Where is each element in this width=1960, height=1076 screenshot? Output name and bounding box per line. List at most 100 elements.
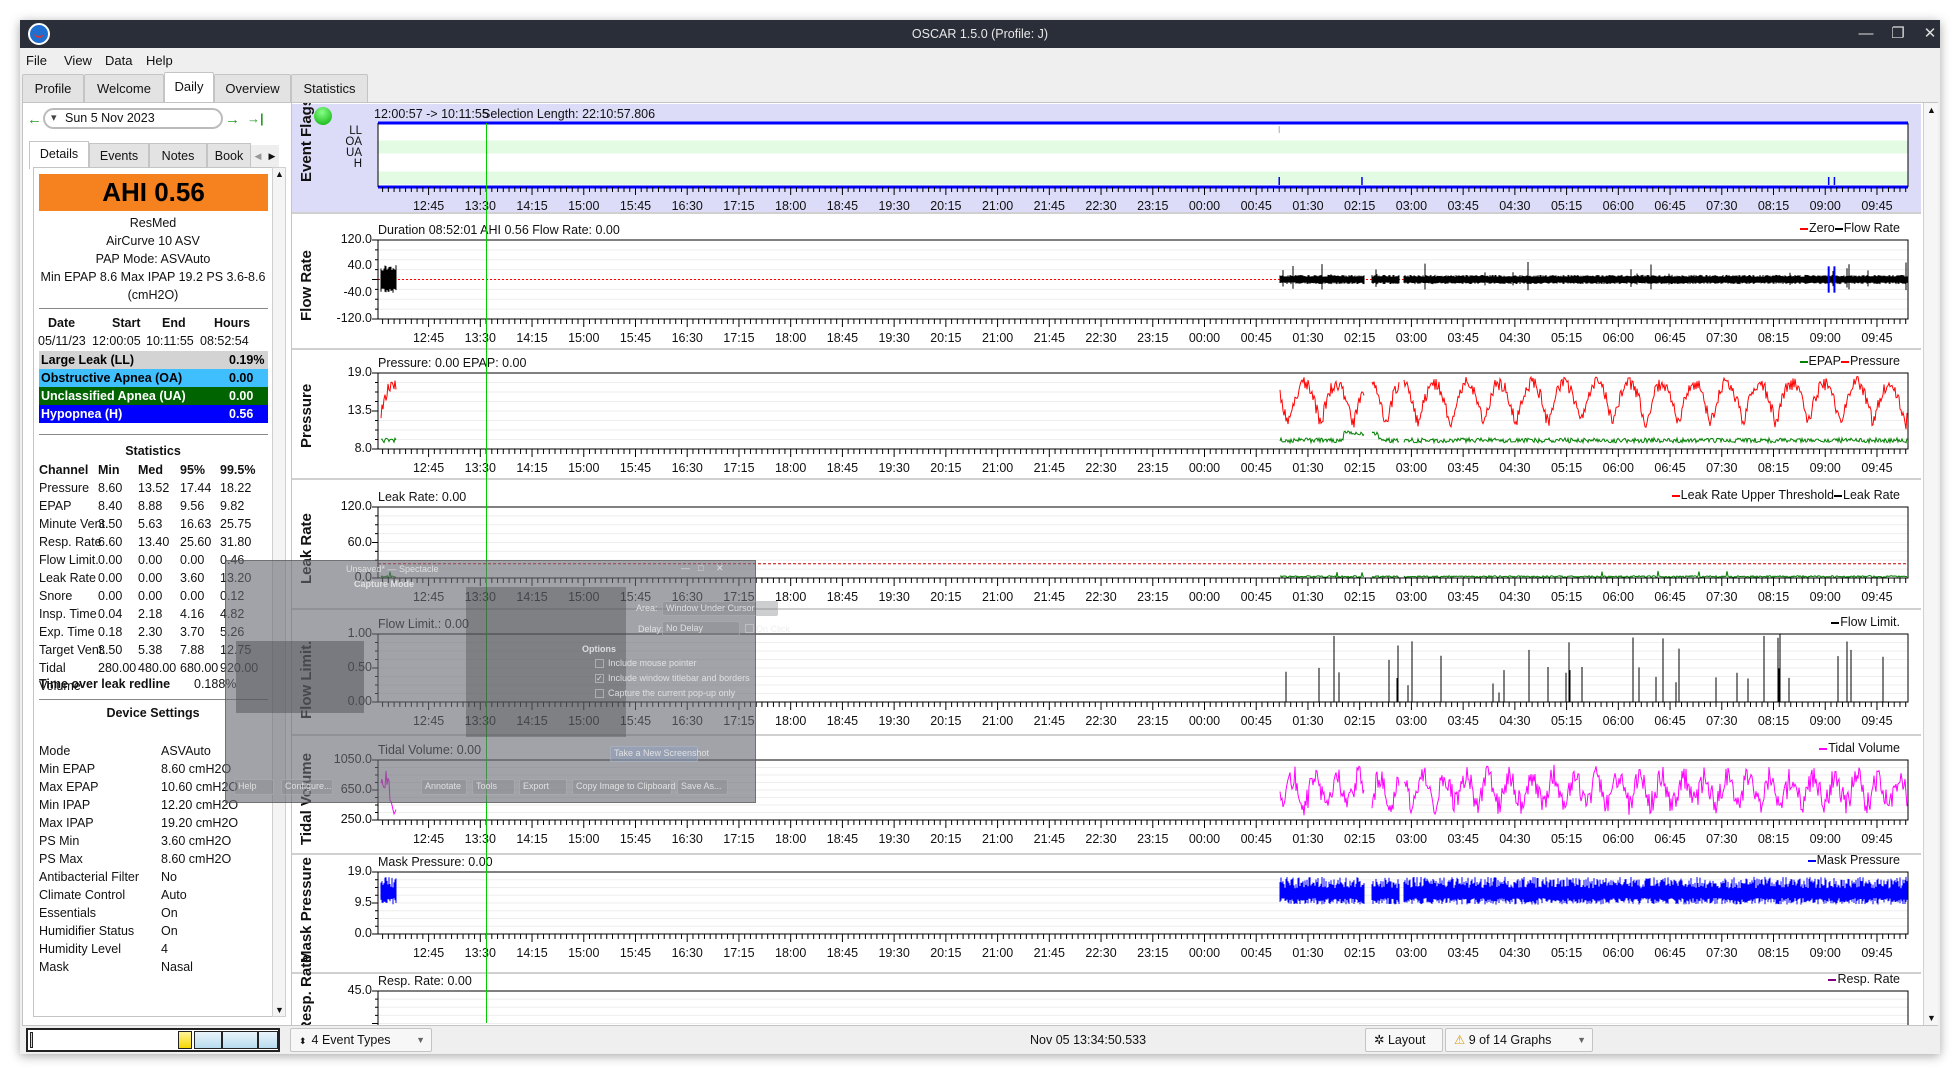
prev-day-button[interactable]: ← (27, 111, 42, 128)
time-tick-label: 04:30 (1499, 832, 1531, 846)
time-tick-label: 13:30 (464, 331, 496, 345)
index-row[interactable]: Unclassified Apnea (UA) 0.00 (39, 387, 268, 405)
stats-cell: 17.44 (180, 481, 212, 495)
stats-row: EPAP 8.40 8.88 9.56 9.82 (34, 497, 272, 515)
event-types-dropdown[interactable]: ⬍ 4 Event Types ▼ (290, 1028, 432, 1052)
date-selector[interactable]: Sun 5 Nov 2023 (43, 108, 223, 129)
tab-overview[interactable]: Overview (214, 74, 291, 102)
capture-mode-heading: Capture Mode (354, 579, 415, 589)
time-tick-label: 08:15 (1757, 461, 1790, 475)
include-pointer-checkbox[interactable] (595, 659, 604, 668)
time-tick-label: 09:00 (1809, 714, 1841, 728)
menu-file[interactable]: File (26, 53, 47, 68)
time-tick-label: 06:00 (1602, 832, 1634, 846)
setting-name: PS Max (39, 852, 83, 866)
time-tick-label: 03:00 (1395, 590, 1428, 604)
flag-row-band (378, 140, 1908, 154)
leak-redline-label: Time over leak redline (39, 677, 171, 691)
time-tick-label: 18:00 (775, 946, 807, 960)
time-tick-label: 00:00 (1188, 714, 1221, 728)
annotate-button[interactable]: Annotate (421, 779, 467, 795)
copy-to-clipboard-button[interactable]: Copy Image to Clipboard (572, 779, 676, 795)
status-bar: ⬍ 4 Event Types ▼ Nov 05 13:34:50.533 ✲ L… (20, 1026, 1940, 1054)
time-tick-label: 14:15 (516, 946, 548, 960)
setting-name: Max EPAP (39, 780, 99, 794)
subtab-events[interactable]: Events (89, 143, 149, 168)
include-titlebar-checkbox[interactable]: ✓ (595, 674, 604, 683)
scroll-down-icon[interactable]: ▼ (275, 1005, 284, 1015)
time-tick-label: 23:15 (1137, 590, 1169, 604)
stats-cell: 6.60 (98, 535, 123, 549)
tab-scroll-right-icon[interactable]: ▶ (265, 145, 279, 167)
menu-help[interactable]: Help (146, 53, 173, 68)
take-new-screenshot-button[interactable]: Take a New Screenshot (610, 746, 709, 762)
help-button[interactable]: Help (234, 779, 274, 795)
minimize-icon[interactable]: — (681, 563, 690, 573)
close-icon[interactable]: ✕ (716, 563, 724, 574)
setting-value: On (161, 924, 178, 938)
export-button[interactable]: Export (519, 779, 567, 795)
setting-value: 19.20 cmH2O (161, 816, 239, 830)
index-value: 0.56 (229, 407, 254, 421)
subtab-details[interactable]: Details (29, 141, 89, 169)
stats-cell: Resp. Rate (39, 535, 102, 549)
time-tick-label: 01:30 (1292, 832, 1324, 846)
tab-welcome[interactable]: Welcome (84, 74, 164, 102)
restore-icon[interactable]: ❐ (1887, 24, 1909, 44)
subtab-bookmarks[interactable]: Book (207, 143, 251, 168)
index-row[interactable]: Hypopnea (H) 0.56 (39, 405, 268, 423)
on-click-checkbox[interactable] (745, 624, 754, 633)
save-as-button[interactable]: Save As... (677, 779, 728, 795)
delay-spinbox[interactable]: No Delay (662, 621, 740, 636)
next-day-button[interactable]: → (225, 111, 240, 128)
tab-profile[interactable]: Profile (22, 74, 84, 102)
scroll-up-icon[interactable]: ▲ (1927, 105, 1936, 115)
tab-daily[interactable]: Daily (164, 72, 214, 103)
tab-scroll-left-icon[interactable]: ◀ (251, 145, 265, 167)
time-tick-label: 07:30 (1706, 832, 1738, 846)
event-flags-graph: Event Flags 12:00:57 -> 10:11:55 Selection… (292, 103, 1921, 214)
tools-button[interactable]: Tools (472, 779, 515, 795)
index-row[interactable]: Large Leak (LL) 0.19% (39, 351, 268, 369)
index-row[interactable]: Obstructive Apnea (OA) 0.00 (39, 369, 268, 387)
pressure-series (380, 375, 1908, 430)
maximize-icon[interactable]: □ (698, 563, 703, 573)
index-label: Large Leak (LL) (41, 353, 135, 367)
stats-cell: EPAP (39, 499, 72, 513)
popup-only-checkbox[interactable] (595, 689, 604, 698)
time-tick-label: 09:45 (1861, 832, 1893, 846)
menu-data[interactable]: Data (105, 53, 132, 68)
last-day-button[interactable]: →| (247, 111, 264, 126)
setting-value: 8.60 cmH2O (161, 762, 232, 776)
title-bar: OSCAR 1.5.0 (Profile: J) — ❐ ✕ (20, 20, 1940, 48)
graphs-count: 9 of 14 Graphs (1468, 1033, 1552, 1047)
scroll-down-icon[interactable]: ▼ (1927, 1013, 1936, 1023)
stats-cell: 0.00 (138, 571, 163, 585)
flag-row-band (378, 171, 1908, 185)
time-tick-label: 03:45 (1447, 590, 1479, 604)
graphs-dropdown[interactable]: ⚠ 9 of 14 Graphs ▼ (1445, 1028, 1593, 1052)
machine-info-line: Min EPAP 8.6 Max IPAP 19.2 PS 3.6-8.6 (40, 270, 266, 284)
time-tick-label: 21:00 (981, 461, 1014, 475)
calendar-timeline[interactable] (26, 1028, 280, 1052)
stats-cell: Exp. Time (39, 625, 95, 639)
subtab-notes[interactable]: Notes (149, 143, 207, 168)
stats-cell: 0.00 (180, 589, 205, 603)
stats-cell: 3.50 (98, 643, 123, 657)
y-axis-ticks (372, 990, 378, 1024)
close-icon[interactable]: ✕ (1919, 24, 1941, 44)
time-tick-label: 01:30 (1292, 461, 1324, 475)
configure-button[interactable]: Configure... (281, 779, 333, 795)
time-tick-label: 20:15 (930, 461, 962, 475)
time-tick-label: 04:30 (1499, 714, 1531, 728)
menu-view[interactable]: View (64, 53, 92, 68)
area-dropdown[interactable]: Window Under Cursor (662, 601, 778, 616)
tab-statistics[interactable]: Statistics (291, 74, 368, 102)
stats-cell: 0.04 (98, 607, 123, 621)
graphs-scrollbar[interactable]: ▲ ▼ (1923, 103, 1938, 1025)
delay-label: Delay: (638, 624, 664, 634)
scroll-up-icon[interactable]: ▲ (275, 169, 284, 179)
layout-button[interactable]: ✲ Layout (1365, 1028, 1443, 1052)
minimize-icon[interactable]: — (1855, 24, 1877, 44)
time-tick-label: 09:00 (1809, 199, 1841, 213)
